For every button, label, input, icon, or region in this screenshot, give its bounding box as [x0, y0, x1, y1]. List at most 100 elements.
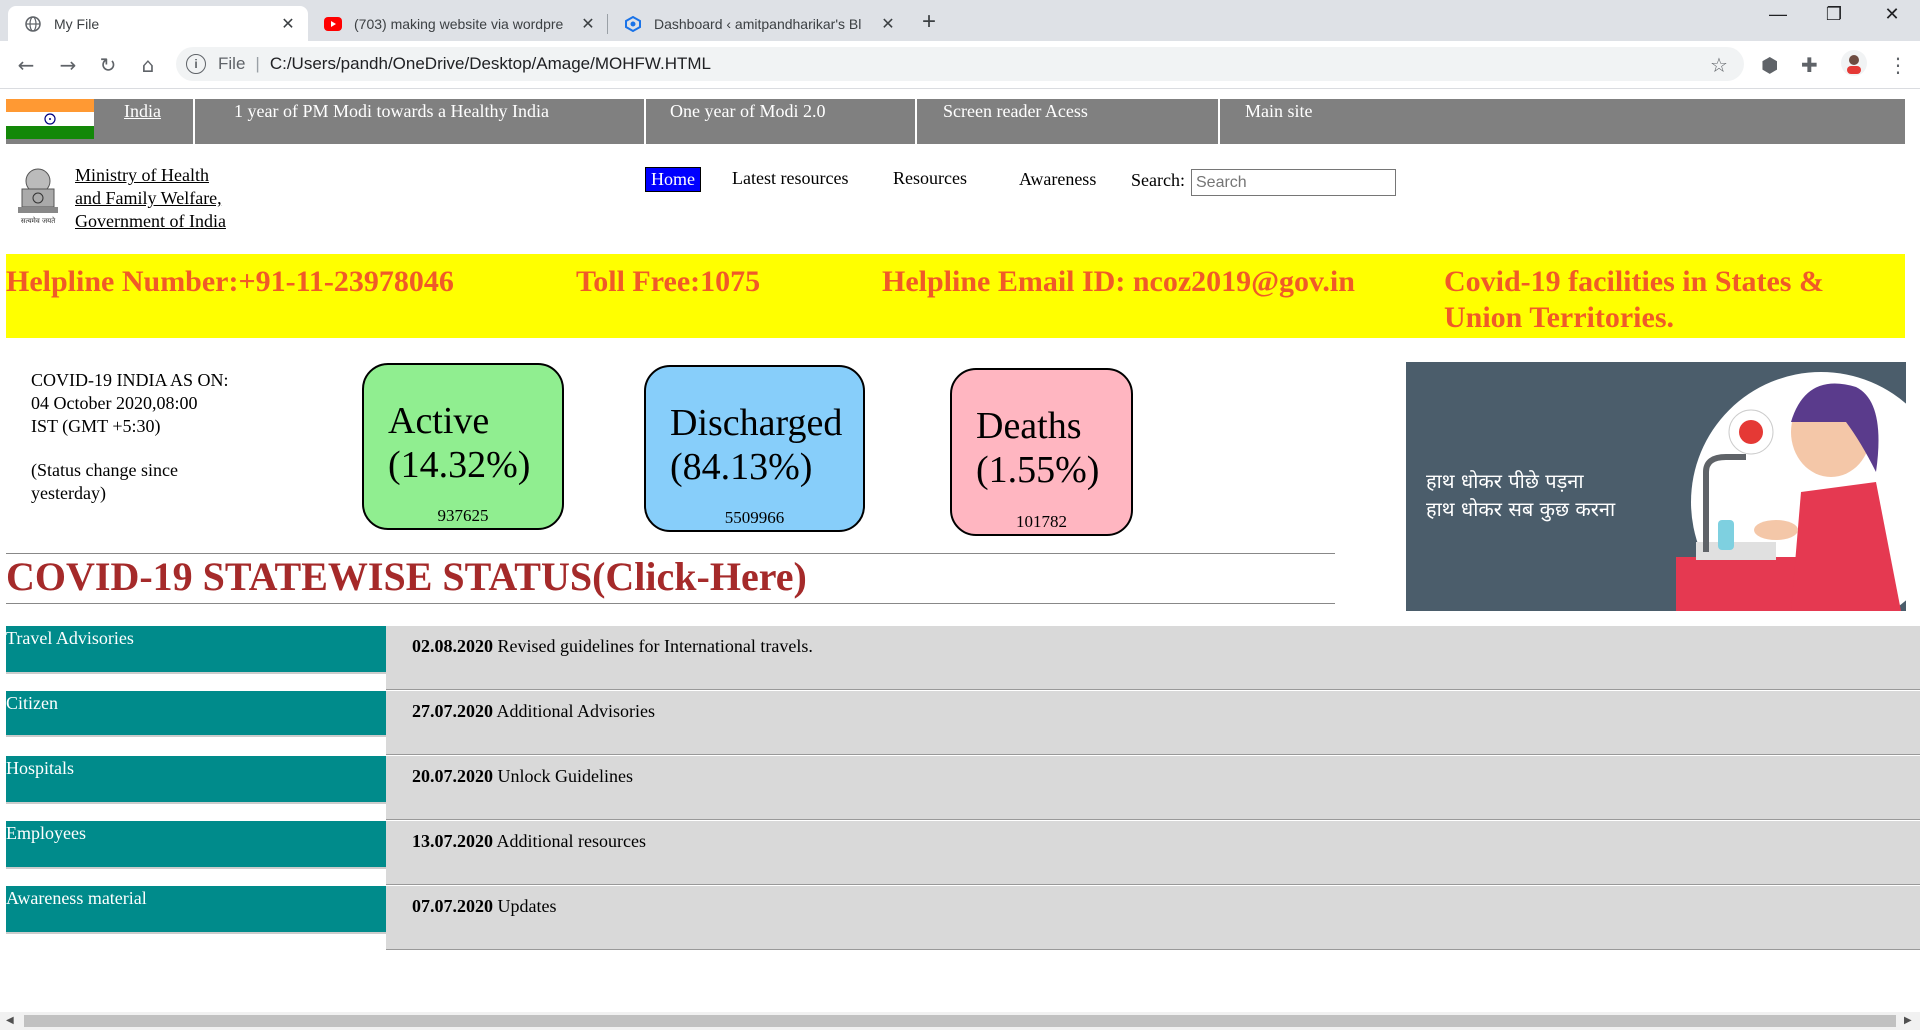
- nav-latest-resources[interactable]: Latest resources: [732, 168, 848, 189]
- advisory-row[interactable]: Citizen 27.07.2020 Additional Advisories: [6, 691, 1920, 755]
- advisory-item[interactable]: 07.07.2020 Updates: [386, 886, 1920, 950]
- topbar-link-main-site[interactable]: Main site: [1245, 99, 1313, 144]
- advisory-text[interactable]: Unlock Guidelines: [498, 766, 633, 786]
- divider: [6, 603, 1335, 604]
- advisory-item[interactable]: 27.07.2020 Additional Advisories: [386, 691, 1920, 755]
- browser-toolbar: ← → ↻ ⌂ i File | C:/Users/pandh/OneDrive…: [0, 41, 1920, 89]
- deaths-card: Deaths (1.55%) 101782: [950, 368, 1133, 536]
- card-title: Deaths (1.55%): [976, 405, 1100, 491]
- advisory-category[interactable]: Hospitals: [6, 756, 386, 804]
- active-cases-card: Active (14.32%) 937625: [362, 363, 564, 530]
- handwash-awareness-banner: हाथ धोकर पीछे पड़ना हाथ धोकर सब कुछ करना: [1406, 362, 1906, 611]
- advisory-text[interactable]: Additional resources: [497, 831, 646, 851]
- advisory-row[interactable]: Hospitals 20.07.2020 Unlock Guidelines: [6, 756, 1920, 820]
- advisory-date: 07.07.2020: [412, 896, 493, 916]
- back-icon[interactable]: ←: [12, 51, 40, 79]
- forward-icon[interactable]: →: [54, 51, 82, 79]
- advisory-row[interactable]: Awareness material 07.07.2020 Updates: [6, 886, 1920, 950]
- advisory-item[interactable]: 20.07.2020 Unlock Guidelines: [386, 756, 1920, 820]
- extensions-puzzle-icon[interactable]: ✚: [1801, 53, 1818, 77]
- topbar-link-india[interactable]: India: [124, 99, 161, 144]
- topbar-link-healthy-india[interactable]: 1 year of PM Modi towards a Healthy Indi…: [234, 99, 549, 144]
- advisory-item[interactable]: 02.08.2020 Revised guidelines for Intern…: [386, 626, 1920, 690]
- advisory-date: 13.07.2020: [412, 831, 493, 851]
- topbar-link-screen-reader[interactable]: Screen reader Acess: [943, 99, 1088, 144]
- reload-icon[interactable]: ↻: [94, 51, 122, 79]
- tab-title: Dashboard ‹ amitpandharikar's Bl: [654, 15, 862, 32]
- covid-facilities-link[interactable]: Covid-19 facilities in States & Union Te…: [1444, 264, 1864, 336]
- advisory-text[interactable]: Additional Advisories: [497, 701, 656, 721]
- close-icon[interactable]: ✕: [878, 14, 898, 34]
- advisory-row[interactable]: Travel Advisories 02.08.2020 Revised gui…: [6, 626, 1920, 690]
- topbar-divider: [644, 99, 646, 144]
- new-tab-button[interactable]: +: [922, 8, 936, 36]
- handwash-illustration: [1676, 372, 1906, 611]
- status-line: yesterday): [31, 483, 106, 503]
- status-change-note: (Status change since yesterday): [31, 459, 178, 505]
- ministry-line-3[interactable]: Government of India: [75, 210, 226, 233]
- advisory-category[interactable]: Citizen: [6, 691, 386, 737]
- advisory-item[interactable]: 13.07.2020 Additional resources: [386, 821, 1920, 885]
- card-title: Discharged (84.13%): [670, 402, 843, 488]
- menu-kebab-icon[interactable]: ⋮: [1888, 53, 1908, 77]
- scroll-left-icon[interactable]: ◀: [6, 1012, 14, 1030]
- advisory-category[interactable]: Awareness material: [6, 886, 386, 934]
- url-text[interactable]: C:/Users/pandh/OneDrive/Desktop/Amage/MO…: [270, 54, 711, 74]
- card-title: Active (14.32%): [388, 400, 531, 486]
- advisory-date: 20.07.2020: [412, 766, 493, 786]
- status-line: 04 October 2020,08:00: [31, 393, 198, 413]
- search-input[interactable]: [1191, 169, 1396, 196]
- close-icon[interactable]: ✕: [578, 14, 598, 34]
- national-emblem-logo: सत्यमेव जयते: [8, 165, 68, 227]
- tab-my-file[interactable]: My File ✕: [8, 6, 308, 41]
- india-flag-icon: [6, 99, 94, 139]
- scrollbar-thumb[interactable]: [24, 1015, 1896, 1027]
- status-line: COVID-19 INDIA AS ON:: [31, 370, 229, 390]
- ministry-line-2[interactable]: and Family Welfare,: [75, 187, 226, 210]
- scroll-right-icon[interactable]: ▶: [1904, 1012, 1912, 1030]
- restore-icon[interactable]: ❐: [1804, 4, 1864, 25]
- minimize-icon[interactable]: —: [1748, 4, 1808, 25]
- advisory-date: 02.08.2020: [412, 636, 493, 656]
- tab-youtube[interactable]: (703) making website via wordpre ✕: [308, 6, 608, 41]
- advisory-row[interactable]: Employees 13.07.2020 Additional resource…: [6, 821, 1920, 885]
- advisory-category-label[interactable]: Citizen: [6, 691, 386, 715]
- url-separator: |: [255, 54, 260, 73]
- nav-awareness[interactable]: Awareness: [1019, 169, 1096, 190]
- home-icon[interactable]: ⌂: [134, 51, 162, 79]
- close-window-icon[interactable]: ✕: [1862, 4, 1920, 25]
- nav-resources[interactable]: Resources: [893, 168, 967, 189]
- bookmark-star-icon[interactable]: ☆: [1710, 53, 1728, 77]
- topbar-divider: [193, 99, 195, 144]
- status-line: IST (GMT +5:30): [31, 416, 161, 436]
- tab-title: (703) making website via wordpre: [354, 15, 564, 32]
- advisory-category[interactable]: Travel Advisories: [6, 626, 386, 674]
- topbar-divider: [1218, 99, 1220, 144]
- ministry-title[interactable]: Ministry of Health and Family Welfare, G…: [75, 164, 226, 233]
- advisory-category[interactable]: Employees: [6, 821, 386, 869]
- search-label: Search:: [1131, 170, 1185, 190]
- close-icon[interactable]: ✕: [278, 14, 298, 34]
- nav-home[interactable]: Home: [645, 167, 701, 192]
- ministry-line-1[interactable]: Ministry of Health: [75, 164, 226, 187]
- helpline-number: Helpline Number:+91-11-23978046: [6, 265, 454, 298]
- discharged-cases-card: Discharged (84.13%) 5509966: [644, 365, 865, 532]
- tab-dashboard[interactable]: Dashboard ‹ amitpandharikar's Bl ✕: [608, 6, 908, 41]
- horizontal-scrollbar[interactable]: ◀ ▶: [0, 1012, 1920, 1030]
- extension-cube-icon[interactable]: ⬢: [1761, 53, 1778, 77]
- card-count: 937625: [437, 506, 489, 525]
- advisory-text[interactable]: Updates: [498, 896, 557, 916]
- info-icon[interactable]: i: [186, 54, 206, 74]
- tab-strip: My File ✕ (703) making website via wordp…: [0, 0, 1920, 41]
- address-bar[interactable]: i File | C:/Users/pandh/OneDrive/Desktop…: [176, 47, 1744, 81]
- blog-icon: [624, 15, 642, 33]
- youtube-icon: [324, 15, 342, 33]
- advisory-text[interactable]: Revised guidelines for International tra…: [498, 636, 813, 656]
- tab-title: My File: [54, 15, 100, 32]
- status-line: (Status change since: [31, 460, 178, 480]
- globe-icon: [24, 15, 42, 33]
- statewise-status-link[interactable]: COVID-19 STATEWISE STATUS(Click-Here): [6, 553, 807, 600]
- profile-avatar-icon[interactable]: [1840, 49, 1868, 82]
- card-count: 101782: [1016, 512, 1067, 531]
- topbar-link-modi-2[interactable]: One year of Modi 2.0: [670, 99, 825, 144]
